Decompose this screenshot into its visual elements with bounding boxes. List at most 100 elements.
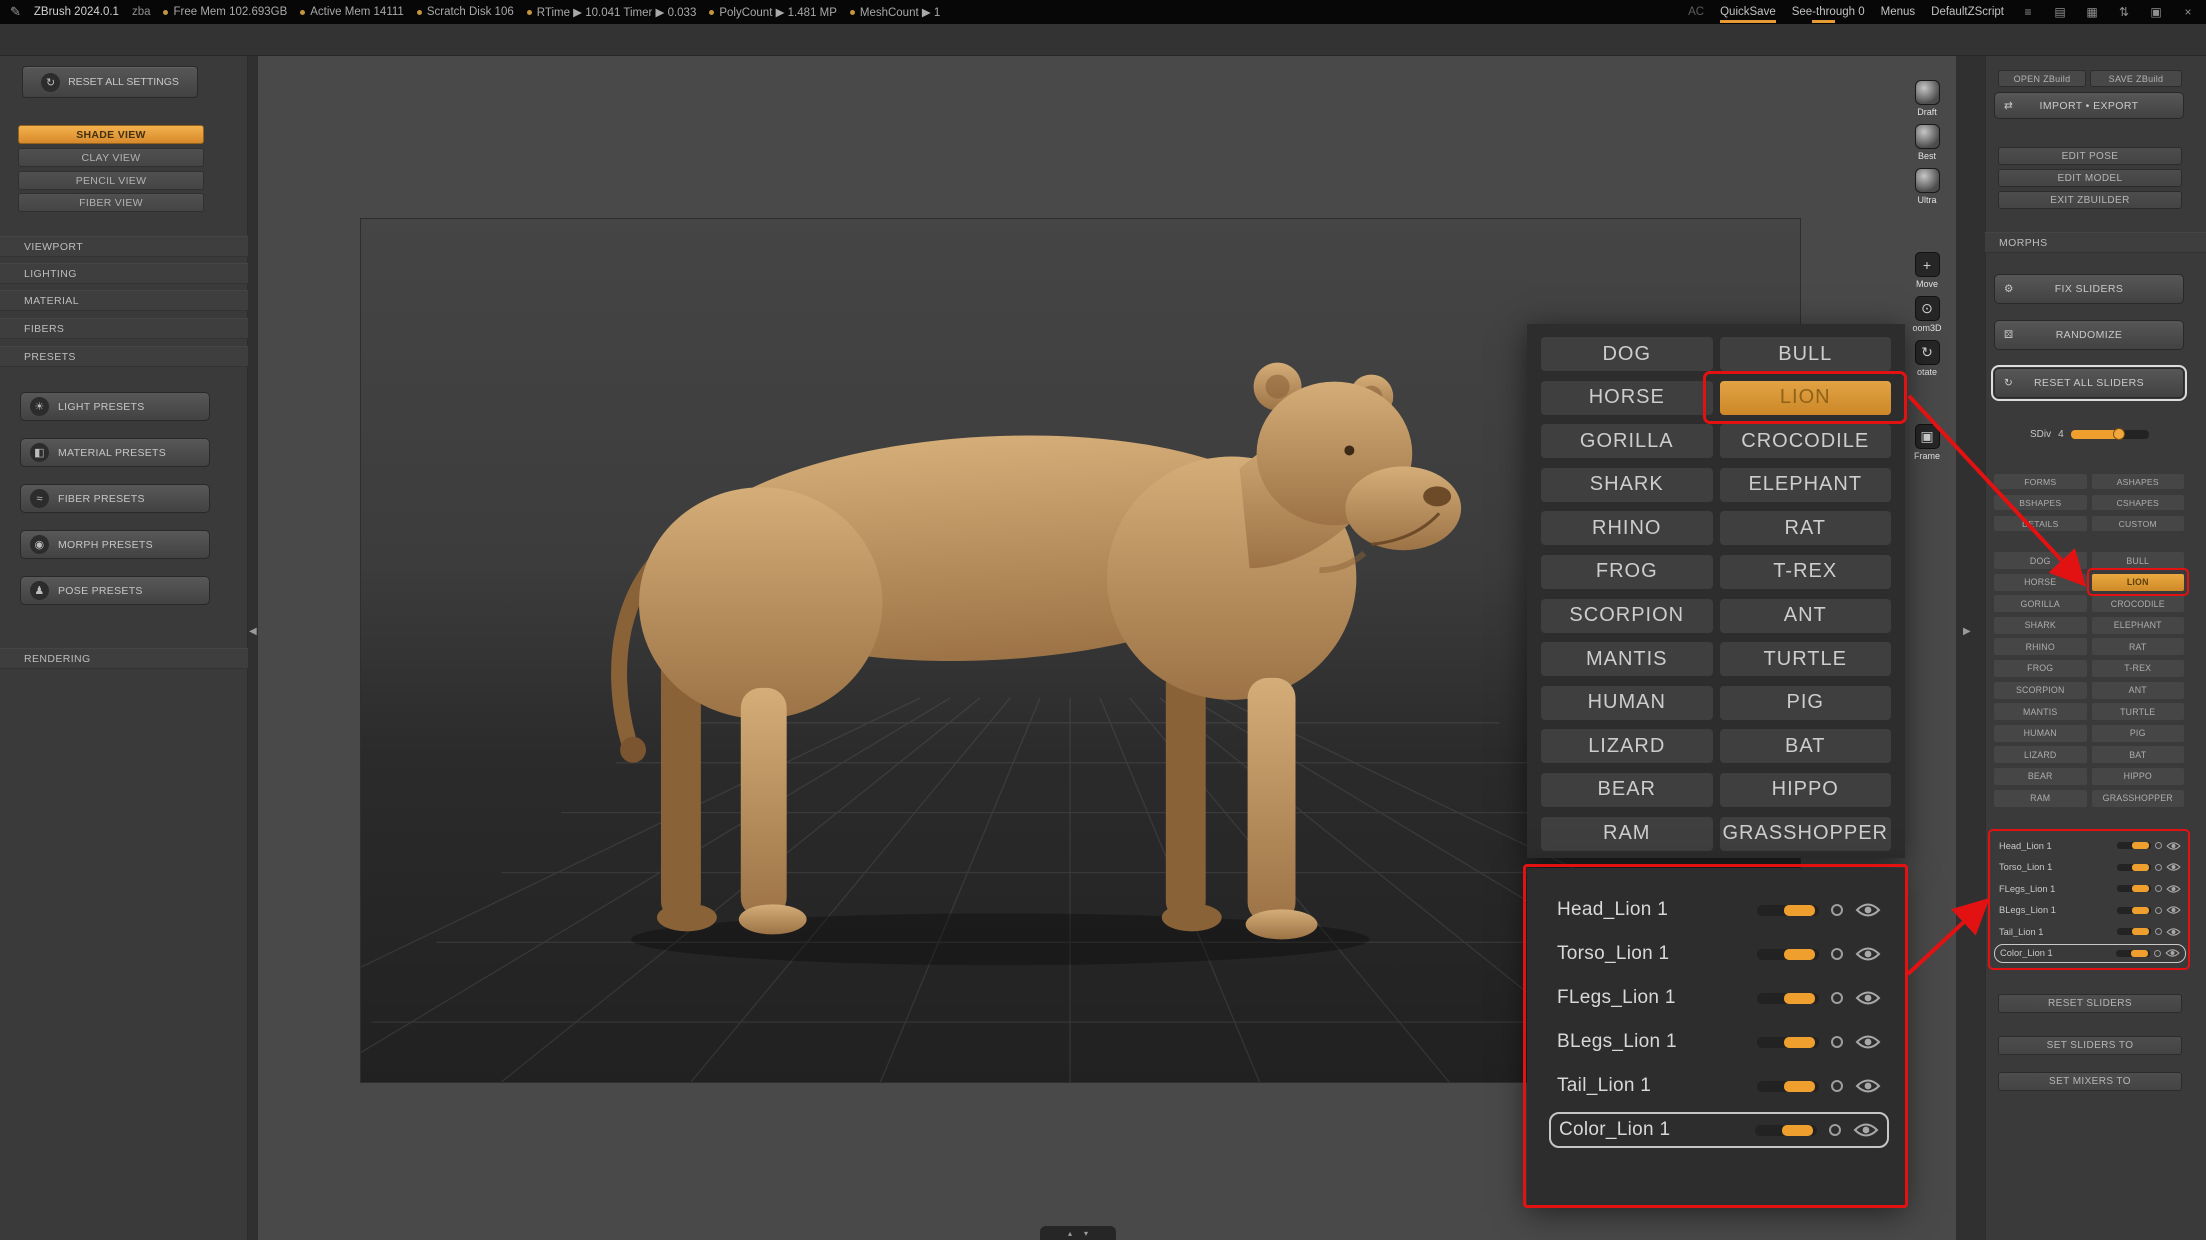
slider-knob[interactable] [1829,1124,1841,1136]
zscript-button[interactable]: DefaultZScript [1931,6,2004,18]
visibility-eye-icon[interactable] [2166,841,2181,851]
overlay-animal-lion[interactable]: LION [1720,381,1892,415]
move-tool-button[interactable]: +Move [1904,252,1950,289]
panel-animal-human[interactable]: HUMAN [1994,725,2087,742]
canvas-scroll-widget[interactable]: ▴ ▾ [1040,1226,1116,1240]
swap-updown-icon[interactable]: ⇅ [2116,5,2132,19]
frame-window-icon[interactable]: ▣ [2148,5,2164,19]
panel-animal-horse[interactable]: HORSE [1994,574,2087,591]
section-viewport[interactable]: VIEWPORT [0,236,248,257]
panel-animal-shark[interactable]: SHARK [1994,617,2087,634]
material-presets-button[interactable]: ◧ MATERIAL PRESETS [20,438,210,467]
overlay-slider-color[interactable]: Color_Lion 1 [1549,1112,1889,1148]
layout-panels-icon[interactable]: ▦ [2084,5,2100,19]
slider-track[interactable] [1757,1037,1819,1048]
forms-button[interactable]: FORMS [1994,474,2087,489]
menus-button[interactable]: Menus [1881,6,1916,18]
zbrush-logo-icon[interactable]: ✎ [10,4,21,20]
collapse-left-arrow-icon[interactable]: ◀ [249,626,257,637]
slider-knob[interactable] [2155,907,2162,914]
slider-track[interactable] [1757,1081,1819,1092]
render-draft-button[interactable]: Draft [1904,80,1950,117]
scroll-down-icon[interactable]: ▾ [1084,1229,1088,1238]
panel-animal-bat[interactable]: BAT [2092,746,2185,763]
panel-slider-blegs[interactable]: BLegs_Lion 1 [1994,901,2186,920]
panel-animal-turtle[interactable]: TURTLE [2092,703,2185,720]
overlay-animal-frog[interactable]: FROG [1541,555,1713,589]
overlay-animal-ram[interactable]: RAM [1541,817,1713,851]
sdiv-slider[interactable]: SDiv 4 [2030,429,2149,440]
panel-animal-pig[interactable]: PIG [2092,725,2185,742]
overlay-animal-crocodile[interactable]: CROCODILE [1720,424,1892,458]
render-best-button[interactable]: Best [1904,124,1950,161]
visibility-eye-icon[interactable] [2166,884,2181,894]
see-through-slider[interactable]: See-through 0 [1792,6,1865,18]
panel-animal-hippo[interactable]: HIPPO [2092,768,2185,785]
panel-slider-head[interactable]: Head_Lion 1 [1994,836,2186,855]
slider-track[interactable] [1757,949,1819,960]
panel-animal-rhino[interactable]: RHINO [1994,638,2087,655]
zoom3d-tool-button[interactable]: ⊙oom3D [1904,296,1950,333]
overlay-animal-trex[interactable]: T-REX [1720,555,1892,589]
overlay-slider-blegs[interactable]: BLegs_Lion 1 [1549,1024,1889,1060]
slider-knob[interactable] [1831,1080,1843,1092]
visibility-eye-icon[interactable] [1855,946,1881,962]
slider-knob[interactable] [1831,904,1843,916]
slider-track[interactable] [1755,1125,1817,1136]
visibility-eye-icon[interactable] [1855,1034,1881,1050]
overlay-animal-rat[interactable]: RAT [1720,511,1892,545]
slider-track[interactable] [2117,885,2151,892]
panel-animal-bear[interactable]: BEAR [1994,768,2087,785]
frame-button[interactable]: ▣Frame [1904,424,1950,461]
left-splitter[interactable] [248,56,258,1240]
quicksave-button[interactable]: QuickSave [1720,6,1776,18]
sdiv-track[interactable] [2071,430,2149,439]
panel-animal-elephant[interactable]: ELEPHANT [2092,617,2185,634]
slider-knob[interactable] [2155,842,2162,849]
morph-presets-button[interactable]: ◉ MORPH PRESETS [20,530,210,559]
edit-pose-button[interactable]: EDIT POSE [1998,147,2182,165]
panel-animal-grasshopper[interactable]: GRASSHOPPER [2092,790,2185,807]
panel-animal-gorilla[interactable]: GORILLA [1994,595,2087,612]
ashapes-button[interactable]: ASHAPES [2092,474,2185,489]
slider-knob[interactable] [2155,885,2162,892]
overlay-animal-scorpion[interactable]: SCORPION [1541,599,1713,633]
overlay-animal-grasshopper[interactable]: GRASSHOPPER [1720,817,1892,851]
visibility-eye-icon[interactable] [1855,902,1881,918]
pose-presets-button[interactable]: ♟ POSE PRESETS [20,576,210,605]
visibility-eye-icon[interactable] [2166,905,2181,915]
panel-animal-mantis[interactable]: MANTIS [1994,703,2087,720]
slider-knob[interactable] [1831,1036,1843,1048]
panel-animal-frog[interactable]: FROG [1994,660,2087,677]
visibility-eye-icon[interactable] [1855,990,1881,1006]
import-export-button[interactable]: ⇄ IMPORT • EXPORT [1994,92,2184,119]
section-rendering[interactable]: RENDERING [0,648,248,669]
slider-track[interactable] [1757,993,1819,1004]
slider-track[interactable] [2116,950,2150,957]
panel-animal-lizard[interactable]: LIZARD [1994,746,2087,763]
overlay-animal-dog[interactable]: DOG [1541,337,1713,371]
panel-slider-color[interactable]: Color_Lion 1 [1994,944,2186,963]
slider-knob[interactable] [2155,928,2162,935]
panel-animal-ram[interactable]: RAM [1994,790,2087,807]
sdiv-knob[interactable] [2113,428,2125,440]
overlay-animal-gorilla[interactable]: GORILLA [1541,424,1713,458]
reset-all-settings-button[interactable]: ↻ RESET ALL SETTINGS [22,66,198,98]
overlay-slider-head[interactable]: Head_Lion 1 [1549,892,1889,928]
overlay-animal-mantis[interactable]: MANTIS [1541,642,1713,676]
slider-knob[interactable] [2154,950,2161,957]
scroll-up-icon[interactable]: ▴ [1068,1229,1072,1238]
overlay-animal-bat[interactable]: BAT [1720,729,1892,763]
panel-animal-crocodile[interactable]: CROCODILE [2092,595,2185,612]
overlay-animal-horse[interactable]: HORSE [1541,381,1713,415]
slider-knob[interactable] [1831,992,1843,1004]
panel-slider-flegs[interactable]: FLegs_Lion 1 [1994,879,2186,898]
set-sliders-to-button[interactable]: SET SLIDERS TO [1998,1036,2182,1055]
randomize-button[interactable]: ⚄ RANDOMIZE [1994,320,2184,350]
visibility-eye-icon[interactable] [1853,1122,1879,1138]
set-mixers-to-button[interactable]: SET MIXERS TO [1998,1072,2182,1091]
overlay-slider-flegs[interactable]: FLegs_Lion 1 [1549,980,1889,1016]
light-presets-button[interactable]: ☀ LIGHT PRESETS [20,392,210,421]
overlay-animal-ant[interactable]: ANT [1720,599,1892,633]
edit-model-button[interactable]: EDIT MODEL [1998,169,2182,187]
